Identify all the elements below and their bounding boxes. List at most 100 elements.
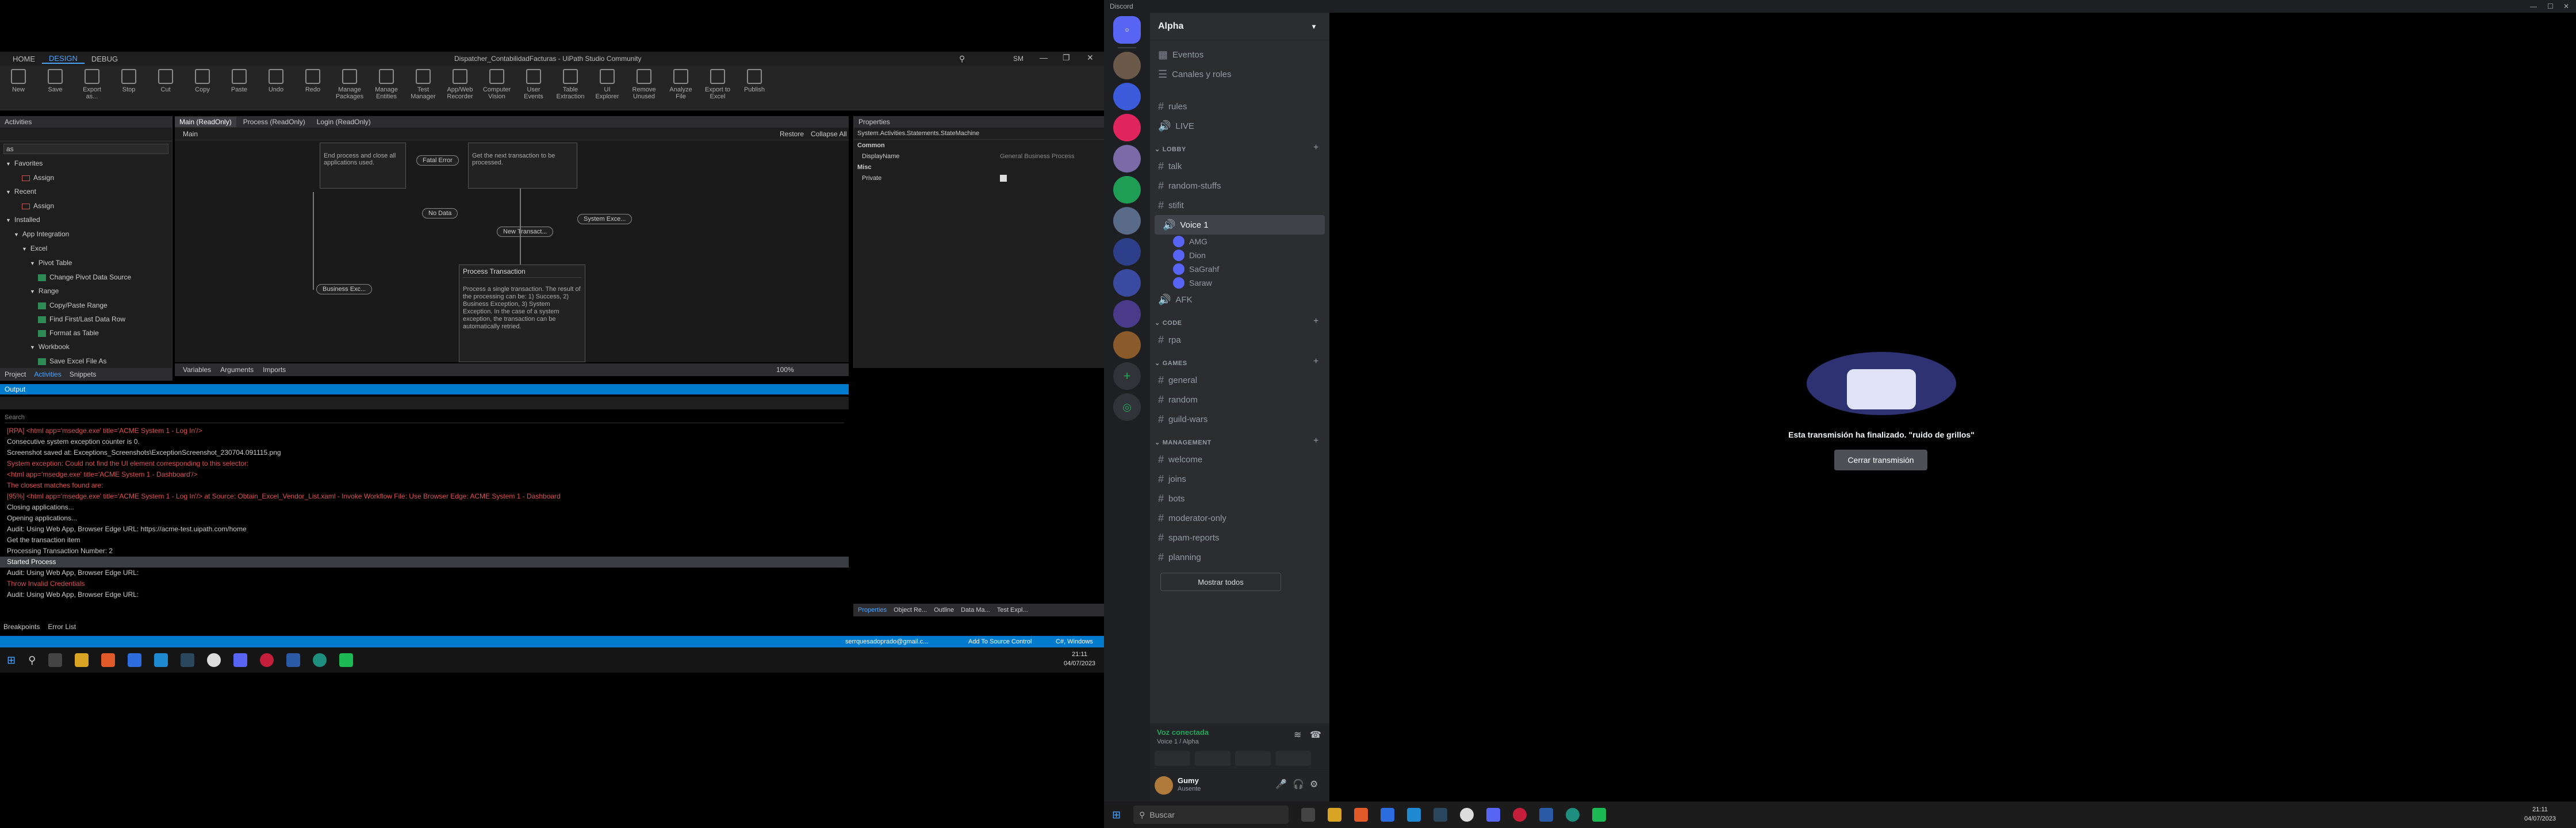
category-header[interactable]: ⌄ LOBBY + bbox=[1150, 136, 1329, 156]
tree-item[interactable]: ▼ Favorites bbox=[6, 156, 172, 171]
minimize-icon[interactable]: — bbox=[2530, 2, 2537, 10]
channel-afk[interactable]: 🔊 AFK bbox=[1150, 290, 1329, 309]
server-icon[interactable] bbox=[1113, 114, 1141, 141]
chevron-down-icon[interactable]: ▼ bbox=[22, 246, 27, 252]
tree-item[interactable]: Assign bbox=[6, 199, 172, 213]
section-misc[interactable]: Misc bbox=[854, 162, 1104, 173]
tree-item[interactable]: Find First/Last Data Row bbox=[6, 312, 172, 326]
tab-properties[interactable]: Properties bbox=[858, 607, 887, 614]
vscode-icon[interactable] bbox=[154, 653, 168, 667]
task-view-icon[interactable] bbox=[1301, 808, 1316, 822]
output-search-input[interactable]: Search bbox=[5, 412, 844, 423]
breadcrumb[interactable]: Main bbox=[175, 130, 198, 138]
headphones-icon[interactable]: 🎧 bbox=[1293, 779, 1304, 790]
tree-item[interactable]: ▼ Range bbox=[6, 284, 172, 298]
brave-icon[interactable] bbox=[1354, 808, 1368, 822]
explore-icon[interactable]: ◎ bbox=[1113, 393, 1141, 421]
chevron-down-icon[interactable]: ▼ bbox=[30, 289, 35, 294]
show-all-button[interactable]: Mostrar todos bbox=[1160, 573, 1281, 591]
doc-tab-process[interactable]: Process (ReadOnly) bbox=[239, 117, 310, 127]
tree-item[interactable]: ▼ Pivot Table bbox=[6, 256, 172, 270]
search-icon[interactable]: ⚲ bbox=[959, 54, 965, 64]
ribbon-button[interactable]: Test Manager bbox=[409, 66, 437, 100]
server-icon[interactable] bbox=[1113, 145, 1141, 172]
get-transaction-state[interactable]: Get the next transaction to be processed… bbox=[468, 143, 577, 189]
end-process-state[interactable]: End process and close all applications u… bbox=[320, 143, 406, 189]
ribbon-button[interactable]: Computer Vision bbox=[483, 66, 511, 100]
channel-item[interactable]: # welcome bbox=[1150, 450, 1329, 469]
channel-item[interactable]: # bots bbox=[1150, 489, 1329, 508]
camera-button[interactable] bbox=[1155, 751, 1190, 766]
tree-item[interactable]: Copy/Paste Range bbox=[6, 298, 172, 312]
soundboard-button[interactable] bbox=[1275, 751, 1311, 766]
windows-start-icon[interactable]: ⊞ bbox=[7, 654, 16, 666]
windows-start-icon[interactable]: ⊞ bbox=[1112, 809, 1121, 821]
tab-data-manager[interactable]: Data Ma... bbox=[961, 607, 990, 614]
search-icon[interactable]: ⚲ bbox=[28, 654, 36, 666]
gear-icon[interactable]: ⚙ bbox=[1310, 779, 1318, 790]
ribbon-button[interactable]: Publish bbox=[741, 66, 768, 93]
ribbon-button[interactable]: Undo bbox=[262, 66, 290, 93]
process-transaction-state[interactable]: Process Transaction Process a single tra… bbox=[459, 264, 585, 362]
doc-tab-login[interactable]: Login (ReadOnly) bbox=[312, 117, 375, 127]
voice-user[interactable]: AMG bbox=[1150, 235, 1329, 248]
ribbon-button[interactable]: Analyze File bbox=[667, 66, 695, 100]
ribbon-button[interactable]: Cut bbox=[152, 66, 179, 93]
ribbon-button[interactable]: Copy bbox=[189, 66, 216, 93]
file-explorer-icon[interactable] bbox=[75, 653, 89, 667]
tab-activities[interactable]: Activities bbox=[34, 370, 61, 378]
opera-icon[interactable] bbox=[260, 653, 274, 667]
tree-item[interactable]: Format as Table bbox=[6, 326, 172, 340]
tree-item[interactable]: Save Excel File As bbox=[6, 354, 172, 368]
github-icon[interactable] bbox=[1460, 808, 1474, 822]
minimize-icon[interactable]: — bbox=[1040, 53, 1048, 62]
microphone-icon[interactable]: 🎤 bbox=[1275, 779, 1287, 790]
source-control-button[interactable]: Add To Source Control bbox=[968, 638, 1032, 645]
opera-icon[interactable] bbox=[1513, 808, 1527, 822]
add-channel-icon[interactable]: + bbox=[1313, 436, 1319, 446]
channel-item[interactable]: # random bbox=[1150, 390, 1329, 409]
tree-item[interactable]: ▼ App Integration bbox=[6, 227, 172, 241]
tree-item[interactable]: ▼ Workbook bbox=[6, 340, 172, 354]
activities-button[interactable] bbox=[1235, 751, 1271, 766]
collapse-all-link[interactable]: Collapse All bbox=[811, 130, 847, 138]
disconnect-icon[interactable]: ☎ bbox=[1310, 729, 1321, 741]
tree-item[interactable]: Change Pivot Data Source bbox=[6, 270, 172, 284]
edge-icon[interactable] bbox=[313, 653, 327, 667]
close-icon[interactable]: ✕ bbox=[1087, 53, 1094, 63]
tab-arguments[interactable]: Arguments bbox=[220, 366, 254, 374]
channel-item[interactable]: # stifit bbox=[1150, 195, 1329, 215]
screen-share-button[interactable] bbox=[1195, 751, 1230, 766]
zoom-level[interactable]: 100% bbox=[776, 366, 794, 374]
ribbon-button[interactable]: Stop bbox=[115, 66, 143, 93]
chevron-down-icon[interactable]: ▼ bbox=[6, 161, 11, 167]
vscode-icon[interactable] bbox=[1407, 808, 1421, 822]
server-icon[interactable] bbox=[1113, 83, 1141, 110]
voice-user[interactable]: Saraw bbox=[1150, 276, 1329, 290]
channel-rules[interactable]: # rules bbox=[1150, 97, 1329, 116]
tab-breakpoints[interactable]: Breakpoints bbox=[3, 623, 40, 631]
steam-icon[interactable] bbox=[1433, 808, 1448, 822]
restore-link[interactable]: Restore bbox=[780, 130, 804, 138]
transition-new-transaction[interactable]: New Transact... bbox=[497, 227, 554, 237]
tab-debug[interactable]: DEBUG bbox=[85, 55, 125, 63]
tab-design[interactable]: DESIGN bbox=[42, 54, 85, 64]
maximize-icon[interactable]: ☐ bbox=[2547, 2, 2554, 10]
ribbon-button[interactable]: Table Extraction bbox=[557, 66, 584, 100]
tab-object-repository[interactable]: Object Re... bbox=[894, 607, 927, 614]
task-view-icon[interactable] bbox=[48, 653, 63, 667]
channel-item[interactable]: # guild-wars bbox=[1150, 409, 1329, 429]
chevron-down-icon[interactable]: ▼ bbox=[6, 189, 11, 195]
brave-icon[interactable] bbox=[101, 653, 116, 667]
ribbon-button[interactable]: New bbox=[5, 66, 32, 93]
clock[interactable]: 21:11 04/07/2023 bbox=[1064, 650, 1095, 668]
prop-value[interactable]: General Business Process bbox=[1000, 153, 1075, 160]
tree-item[interactable]: ▼ Installed bbox=[6, 213, 172, 227]
uipath-icon[interactable] bbox=[286, 653, 301, 667]
ribbon-button[interactable]: Export to Excel bbox=[704, 66, 731, 100]
server-header[interactable]: Alpha ▾ bbox=[1150, 13, 1329, 40]
add-server-icon[interactable]: + bbox=[1113, 362, 1141, 390]
user-initials[interactable]: SM bbox=[1013, 55, 1023, 63]
ribbon-button[interactable]: Remove Unused bbox=[630, 66, 658, 100]
tab-project[interactable]: Project bbox=[5, 370, 26, 378]
